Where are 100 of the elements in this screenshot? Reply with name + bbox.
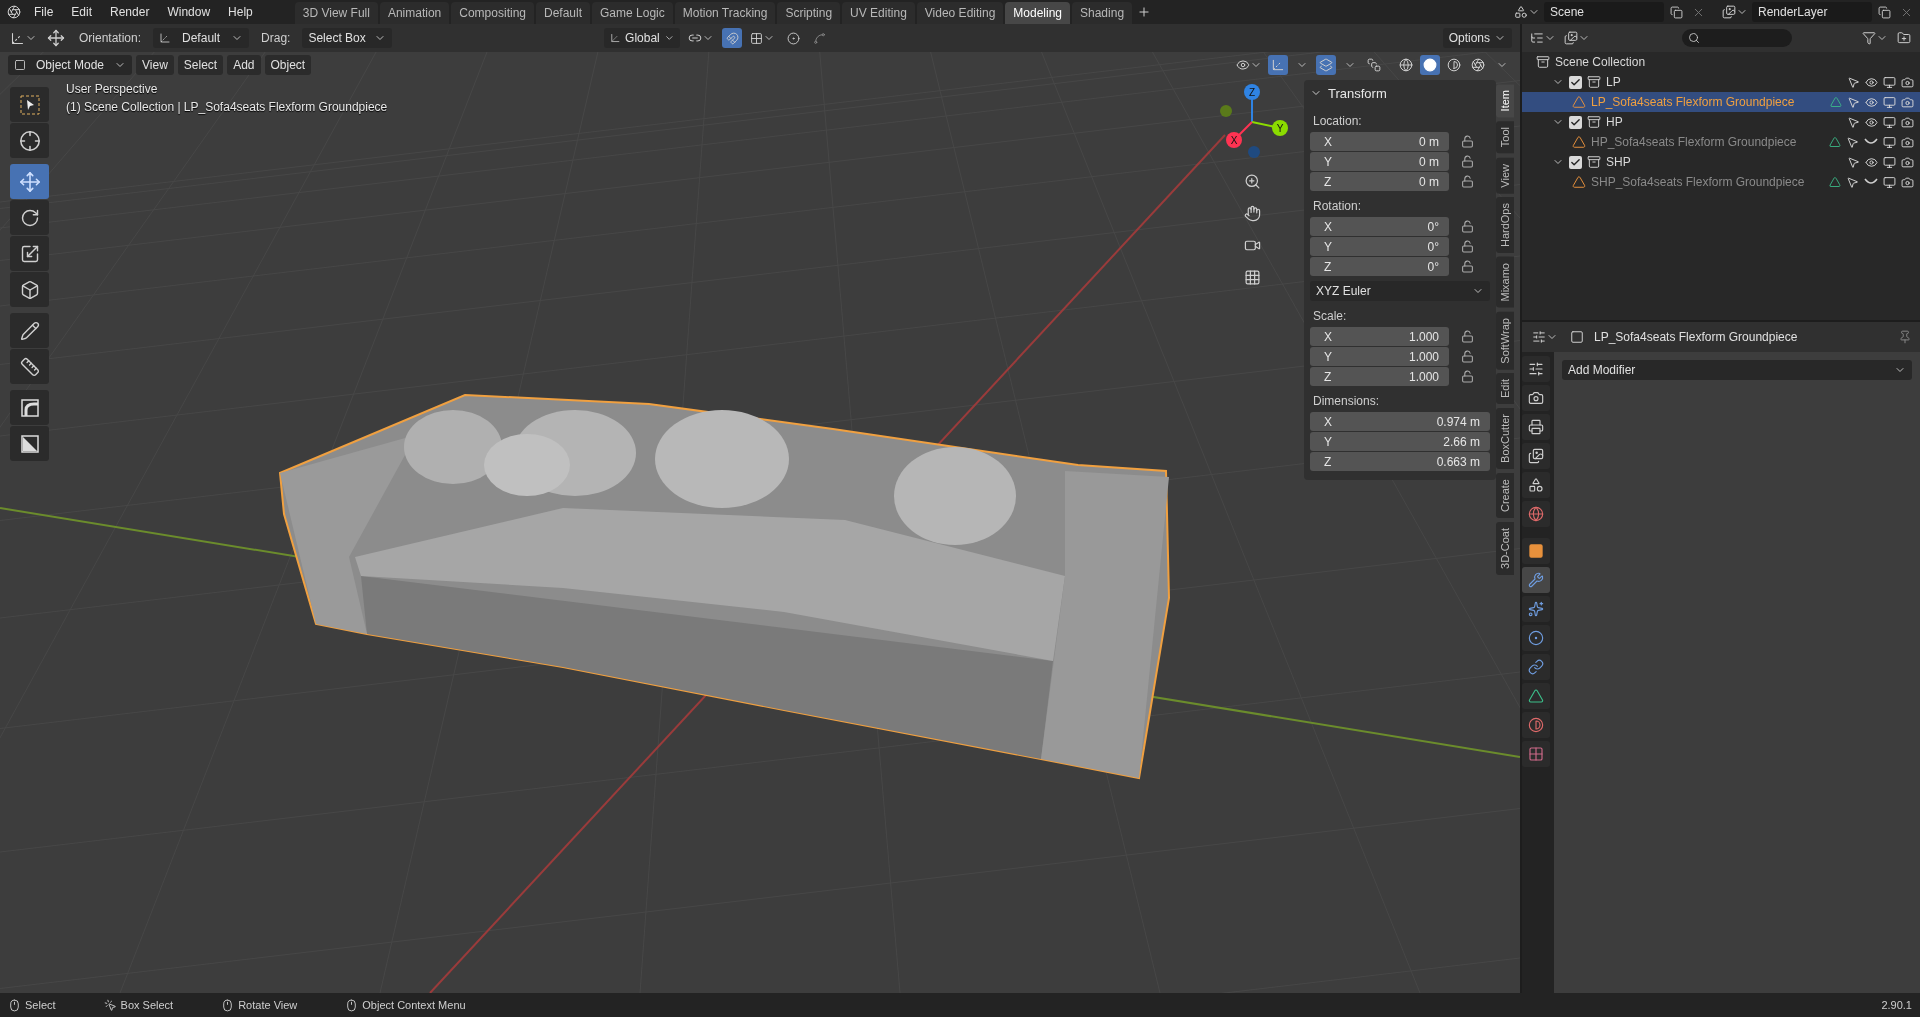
menu-item[interactable]: Object [264, 55, 312, 75]
number-field[interactable]: Z 1.000 [1310, 367, 1449, 386]
number-field[interactable]: Y 1.000 [1310, 347, 1449, 366]
camera-icon[interactable] [1901, 75, 1914, 89]
properties-tab[interactable] [1522, 654, 1550, 680]
properties-tab[interactable] [1522, 683, 1550, 709]
menu-item[interactable]: Window [159, 2, 219, 22]
camera-icon[interactable] [1901, 135, 1914, 149]
properties-tab[interactable] [1522, 356, 1550, 382]
sidebar-tab[interactable]: HardOps [1496, 197, 1514, 254]
workspace-tab[interactable]: 3D View Full [294, 2, 378, 24]
workspace-tab[interactable]: Modeling [1005, 2, 1070, 24]
number-field[interactable]: Y 0 m [1310, 152, 1449, 171]
tool-button[interactable] [10, 200, 49, 235]
workspace-tab[interactable]: Shading [1072, 2, 1133, 24]
unlock-icon[interactable] [1461, 175, 1474, 188]
drag-dropdown[interactable]: Select Box [302, 28, 393, 48]
pointer-icon[interactable] [1847, 155, 1860, 169]
tool-button[interactable] [10, 349, 49, 384]
tool-button[interactable] [10, 390, 49, 425]
closed-eye-icon[interactable] [1864, 178, 1878, 186]
workspace-tab[interactable]: Compositing [451, 2, 534, 24]
camera-icon[interactable] [1901, 155, 1914, 169]
gizmo-toggle[interactable] [1268, 55, 1288, 75]
sidebar-tab[interactable]: Item [1496, 84, 1514, 118]
number-field[interactable]: Z 0 m [1310, 172, 1449, 191]
mode-dropdown[interactable]: Object Mode [8, 55, 132, 75]
tool-button[interactable] [10, 123, 49, 158]
number-field[interactable]: X 1.000 [1310, 327, 1449, 346]
unlock-icon[interactable] [1461, 330, 1474, 343]
shading-button[interactable] [1420, 55, 1440, 75]
add-modifier-dropdown[interactable]: Add Modifier [1562, 360, 1912, 380]
orientation-dropdown[interactable]: Default [153, 28, 250, 48]
checkbox[interactable] [1569, 115, 1582, 129]
workspace-tab[interactable]: UV Editing [842, 2, 915, 24]
number-field[interactable]: X 0 m [1310, 132, 1449, 151]
scene-field[interactable]: Scene [1544, 2, 1664, 22]
number-field[interactable]: X 0.974 m [1310, 412, 1490, 431]
outliner-row[interactable]: LP_Sofa4seats Flexform Groundpiece [1522, 92, 1920, 112]
pointer-icon[interactable] [1847, 115, 1860, 129]
navigation-gizmo[interactable]: X Y Z [1212, 82, 1292, 162]
workspace-tab[interactable]: Animation [379, 2, 450, 24]
unlock-icon[interactable] [1461, 370, 1474, 383]
menu-item[interactable]: File [26, 2, 62, 22]
properties-tab[interactable] [1522, 501, 1550, 527]
outliner-row[interactable]: SHP [1522, 152, 1920, 172]
sidebar-tab[interactable]: Edit [1496, 373, 1514, 405]
menu-item[interactable]: Edit [63, 2, 101, 22]
camera-icon[interactable] [1901, 115, 1914, 129]
number-field[interactable]: Y 2.66 m [1310, 432, 1490, 451]
sidebar-tab[interactable]: 3D-Coat [1496, 522, 1514, 576]
properties-tab[interactable] [1522, 385, 1550, 411]
number-field[interactable]: Z 0° [1310, 257, 1449, 276]
menu-item[interactable]: Help [220, 2, 261, 22]
tool-button[interactable] [10, 313, 49, 348]
properties-tab[interactable] [1522, 596, 1550, 622]
tool-settings-button[interactable] [45, 28, 67, 48]
tool-button[interactable] [10, 426, 49, 461]
eye-icon[interactable] [1865, 75, 1878, 89]
workspace-tab[interactable]: Scripting [777, 2, 841, 24]
tool-button[interactable] [10, 236, 49, 271]
unlock-icon[interactable] [1461, 220, 1474, 233]
rotation-mode-dropdown[interactable]: XYZ Euler [1310, 281, 1490, 301]
sidebar-tab[interactable]: View [1496, 157, 1514, 194]
unlock-icon[interactable] [1461, 350, 1474, 363]
outliner-row[interactable]: HP [1522, 112, 1920, 132]
checkbox[interactable] [1569, 155, 1582, 169]
monitor-icon[interactable] [1883, 115, 1896, 129]
pointer-icon[interactable] [1847, 75, 1860, 89]
sidebar-tab[interactable]: Create [1496, 473, 1514, 519]
monitor-icon[interactable] [1883, 175, 1896, 189]
camera-icon[interactable] [1901, 175, 1914, 189]
monitor-icon[interactable] [1883, 155, 1896, 169]
pointer-icon[interactable] [1847, 95, 1860, 109]
properties-tab[interactable] [1522, 625, 1550, 651]
eye-icon[interactable] [1865, 115, 1878, 129]
number-field[interactable]: Y 0° [1310, 237, 1449, 256]
outliner-row[interactable]: SHP_Sofa4seats Flexform Groundpiece [1522, 172, 1920, 192]
outliner-row[interactable]: LP [1522, 72, 1920, 92]
menu-item[interactable]: Render [102, 2, 158, 22]
unlock-icon[interactable] [1461, 135, 1474, 148]
unlock-icon[interactable] [1461, 260, 1474, 273]
number-field[interactable]: X 0° [1310, 217, 1449, 236]
checkbox[interactable] [1569, 75, 1582, 89]
pointer-icon[interactable] [1846, 135, 1859, 149]
monitor-icon[interactable] [1883, 95, 1896, 109]
sidebar-tab[interactable]: Tool [1496, 121, 1514, 154]
eye-icon[interactable] [1865, 155, 1878, 169]
properties-tab[interactable] [1522, 538, 1550, 564]
camera-icon[interactable] [1901, 95, 1914, 109]
sidebar-tab[interactable]: SoftWrap [1496, 311, 1514, 370]
tool-button[interactable] [10, 272, 49, 307]
menu-item[interactable]: Select [177, 55, 224, 75]
pin-icon[interactable] [1898, 330, 1912, 344]
sidebar-tab[interactable]: BoxCutter [1496, 408, 1514, 470]
workspace-tab[interactable]: Motion Tracking [674, 2, 776, 24]
pointer-icon[interactable] [1846, 175, 1859, 189]
monitor-icon[interactable] [1883, 135, 1896, 149]
search-field[interactable] [1682, 29, 1792, 47]
workspace-tab[interactable]: Video Editing [916, 2, 1004, 24]
